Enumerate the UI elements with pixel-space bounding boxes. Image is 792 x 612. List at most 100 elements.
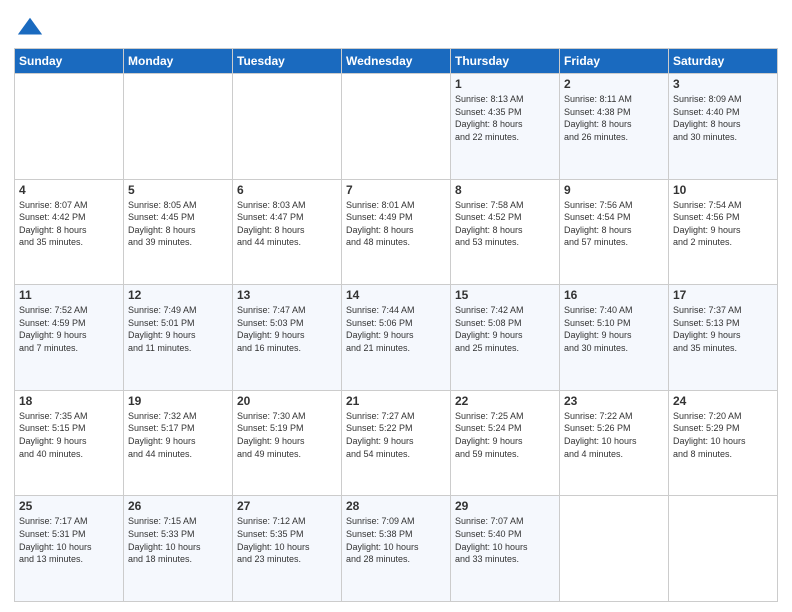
calendar-cell: 26 Sunrise: 7:15 AM Sunset: 5:33 PM Dayli… xyxy=(124,496,233,602)
weekday-header-monday: Monday xyxy=(124,49,233,74)
calendar-cell xyxy=(342,74,451,180)
calendar-cell: 23 Sunrise: 7:22 AM Sunset: 5:26 PM Dayli… xyxy=(560,390,669,496)
day-number: 3 xyxy=(673,77,773,91)
day-info: Sunrise: 7:40 AM Sunset: 5:10 PM Dayligh… xyxy=(564,304,664,354)
calendar-cell: 24Sunrise: 7:20 AM Sunset: 5:29 PM Dayli… xyxy=(669,390,778,496)
day-info: Sunrise: 7:35 AM Sunset: 5:15 PM Dayligh… xyxy=(19,410,119,460)
calendar-week-2: 11Sunrise: 7:52 AM Sunset: 4:59 PM Dayli… xyxy=(15,285,778,391)
calendar-week-4: 25 Sunrise: 7:17 AM Sunset: 5:31 PM Dayli… xyxy=(15,496,778,602)
calendar-cell xyxy=(15,74,124,180)
calendar-table: SundayMondayTuesdayWednesdayThursdayFrid… xyxy=(14,48,778,602)
calendar-header: SundayMondayTuesdayWednesdayThursdayFrid… xyxy=(15,49,778,74)
calendar-cell: 15 Sunrise: 7:42 AM Sunset: 5:08 PM Dayli… xyxy=(451,285,560,391)
calendar-body: 1Sunrise: 8:13 AM Sunset: 4:35 PM Daylig… xyxy=(15,74,778,602)
day-number: 5 xyxy=(128,183,228,197)
weekday-header-sunday: Sunday xyxy=(15,49,124,74)
calendar-cell xyxy=(233,74,342,180)
header xyxy=(14,10,778,42)
weekday-header-wednesday: Wednesday xyxy=(342,49,451,74)
calendar-cell: 1Sunrise: 8:13 AM Sunset: 4:35 PM Daylig… xyxy=(451,74,560,180)
day-number: 23 xyxy=(564,394,664,408)
calendar-cell: 19 Sunrise: 7:32 AM Sunset: 5:17 PM Dayli… xyxy=(124,390,233,496)
day-info: Sunrise: 8:09 AM Sunset: 4:40 PM Dayligh… xyxy=(673,93,773,143)
day-info: Sunrise: 7:44 AM Sunset: 5:06 PM Dayligh… xyxy=(346,304,446,354)
day-number: 16 xyxy=(564,288,664,302)
day-number: 21 xyxy=(346,394,446,408)
calendar-cell: 3 Sunrise: 8:09 AM Sunset: 4:40 PM Daylig… xyxy=(669,74,778,180)
calendar-cell: 2 Sunrise: 8:11 AM Sunset: 4:38 PM Daylig… xyxy=(560,74,669,180)
calendar-cell: 17 Sunrise: 7:37 AM Sunset: 5:13 PM Dayli… xyxy=(669,285,778,391)
day-info: Sunrise: 7:25 AM Sunset: 5:24 PM Dayligh… xyxy=(455,410,555,460)
day-info: Sunrise: 7:30 AM Sunset: 5:19 PM Dayligh… xyxy=(237,410,337,460)
day-number: 26 xyxy=(128,499,228,513)
calendar-cell: 9Sunrise: 7:56 AM Sunset: 4:54 PM Daylig… xyxy=(560,179,669,285)
weekday-header-thursday: Thursday xyxy=(451,49,560,74)
calendar-cell: 4 Sunrise: 8:07 AM Sunset: 4:42 PM Daylig… xyxy=(15,179,124,285)
calendar-cell: 8 Sunrise: 7:58 AM Sunset: 4:52 PM Daylig… xyxy=(451,179,560,285)
day-number: 20 xyxy=(237,394,337,408)
day-number: 7 xyxy=(346,183,446,197)
calendar-cell: 14Sunrise: 7:44 AM Sunset: 5:06 PM Dayli… xyxy=(342,285,451,391)
calendar-cell: 6 Sunrise: 8:03 AM Sunset: 4:47 PM Daylig… xyxy=(233,179,342,285)
calendar-cell: 28Sunrise: 7:09 AM Sunset: 5:38 PM Dayli… xyxy=(342,496,451,602)
calendar-cell: 21 Sunrise: 7:27 AM Sunset: 5:22 PM Dayli… xyxy=(342,390,451,496)
calendar-week-0: 1Sunrise: 8:13 AM Sunset: 4:35 PM Daylig… xyxy=(15,74,778,180)
calendar-cell: 11Sunrise: 7:52 AM Sunset: 4:59 PM Dayli… xyxy=(15,285,124,391)
day-number: 6 xyxy=(237,183,337,197)
day-info: Sunrise: 7:12 AM Sunset: 5:35 PM Dayligh… xyxy=(237,515,337,565)
day-number: 10 xyxy=(673,183,773,197)
weekday-header-tuesday: Tuesday xyxy=(233,49,342,74)
day-info: Sunrise: 7:22 AM Sunset: 5:26 PM Dayligh… xyxy=(564,410,664,460)
calendar-cell xyxy=(560,496,669,602)
calendar-cell: 12Sunrise: 7:49 AM Sunset: 5:01 PM Dayli… xyxy=(124,285,233,391)
day-info: Sunrise: 7:15 AM Sunset: 5:33 PM Dayligh… xyxy=(128,515,228,565)
calendar-cell: 10 Sunrise: 7:54 AM Sunset: 4:56 PM Dayli… xyxy=(669,179,778,285)
day-number: 28 xyxy=(346,499,446,513)
page: SundayMondayTuesdayWednesdayThursdayFrid… xyxy=(0,0,792,612)
calendar-cell: 7 Sunrise: 8:01 AM Sunset: 4:49 PM Daylig… xyxy=(342,179,451,285)
day-info: Sunrise: 8:03 AM Sunset: 4:47 PM Dayligh… xyxy=(237,199,337,249)
day-info: Sunrise: 7:27 AM Sunset: 5:22 PM Dayligh… xyxy=(346,410,446,460)
day-info: Sunrise: 7:07 AM Sunset: 5:40 PM Dayligh… xyxy=(455,515,555,565)
day-number: 4 xyxy=(19,183,119,197)
day-number: 22 xyxy=(455,394,555,408)
day-number: 11 xyxy=(19,288,119,302)
calendar-cell: 16 Sunrise: 7:40 AM Sunset: 5:10 PM Dayli… xyxy=(560,285,669,391)
day-number: 8 xyxy=(455,183,555,197)
day-info: Sunrise: 8:11 AM Sunset: 4:38 PM Dayligh… xyxy=(564,93,664,143)
day-number: 18 xyxy=(19,394,119,408)
day-number: 2 xyxy=(564,77,664,91)
day-info: Sunrise: 7:42 AM Sunset: 5:08 PM Dayligh… xyxy=(455,304,555,354)
calendar-week-1: 4 Sunrise: 8:07 AM Sunset: 4:42 PM Daylig… xyxy=(15,179,778,285)
calendar-cell: 5Sunrise: 8:05 AM Sunset: 4:45 PM Daylig… xyxy=(124,179,233,285)
calendar-cell: 20 Sunrise: 7:30 AM Sunset: 5:19 PM Dayli… xyxy=(233,390,342,496)
day-info: Sunrise: 7:32 AM Sunset: 5:17 PM Dayligh… xyxy=(128,410,228,460)
logo-icon xyxy=(16,14,44,42)
calendar-week-3: 18 Sunrise: 7:35 AM Sunset: 5:15 PM Dayli… xyxy=(15,390,778,496)
weekday-header-friday: Friday xyxy=(560,49,669,74)
day-info: Sunrise: 7:56 AM Sunset: 4:54 PM Dayligh… xyxy=(564,199,664,249)
calendar-cell xyxy=(124,74,233,180)
calendar-cell: 27Sunrise: 7:12 AM Sunset: 5:35 PM Dayli… xyxy=(233,496,342,602)
day-number: 13 xyxy=(237,288,337,302)
day-info: Sunrise: 8:01 AM Sunset: 4:49 PM Dayligh… xyxy=(346,199,446,249)
day-number: 19 xyxy=(128,394,228,408)
calendar-cell: 18 Sunrise: 7:35 AM Sunset: 5:15 PM Dayli… xyxy=(15,390,124,496)
calendar-cell xyxy=(669,496,778,602)
calendar-cell: 29Sunrise: 7:07 AM Sunset: 5:40 PM Dayli… xyxy=(451,496,560,602)
weekday-row: SundayMondayTuesdayWednesdayThursdayFrid… xyxy=(15,49,778,74)
day-info: Sunrise: 7:37 AM Sunset: 5:13 PM Dayligh… xyxy=(673,304,773,354)
day-info: Sunrise: 7:17 AM Sunset: 5:31 PM Dayligh… xyxy=(19,515,119,565)
day-info: Sunrise: 7:20 AM Sunset: 5:29 PM Dayligh… xyxy=(673,410,773,460)
calendar-cell: 22 Sunrise: 7:25 AM Sunset: 5:24 PM Dayli… xyxy=(451,390,560,496)
day-number: 12 xyxy=(128,288,228,302)
day-number: 15 xyxy=(455,288,555,302)
day-number: 25 xyxy=(19,499,119,513)
day-info: Sunrise: 7:58 AM Sunset: 4:52 PM Dayligh… xyxy=(455,199,555,249)
day-number: 17 xyxy=(673,288,773,302)
weekday-header-saturday: Saturday xyxy=(669,49,778,74)
day-number: 1 xyxy=(455,77,555,91)
calendar-cell: 25 Sunrise: 7:17 AM Sunset: 5:31 PM Dayli… xyxy=(15,496,124,602)
day-info: Sunrise: 8:07 AM Sunset: 4:42 PM Dayligh… xyxy=(19,199,119,249)
day-info: Sunrise: 7:54 AM Sunset: 4:56 PM Dayligh… xyxy=(673,199,773,249)
